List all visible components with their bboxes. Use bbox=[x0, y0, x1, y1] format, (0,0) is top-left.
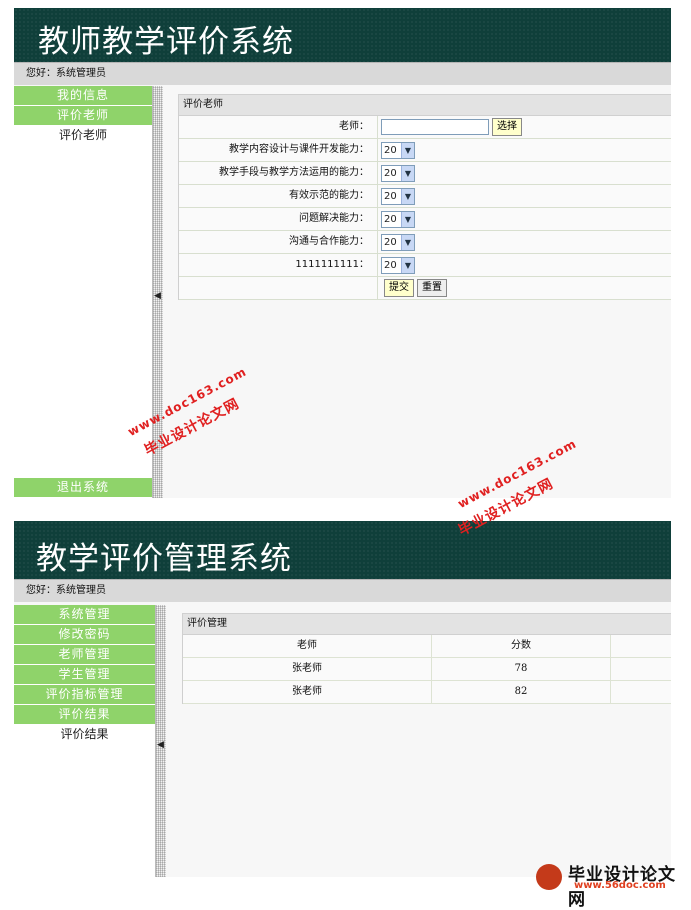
collapse-arrow-icon[interactable]: ◀ bbox=[154, 292, 161, 301]
logo-badge-icon bbox=[536, 864, 562, 890]
table-row: 张老师 78 bbox=[183, 658, 671, 681]
column-header-teacher: 老师 bbox=[183, 635, 432, 657]
score-select[interactable]: 20 ▼ bbox=[381, 187, 415, 205]
logout-button[interactable]: 退出系统 bbox=[14, 478, 152, 497]
sidebar-item-student-management[interactable]: 学生管理 bbox=[14, 665, 155, 684]
sidebar-item-system-management[interactable]: 系统管理 bbox=[14, 605, 155, 624]
submit-button[interactable]: 提交 bbox=[384, 279, 414, 297]
criterion-label: 教学手段与教学方法运用的能力： bbox=[179, 162, 378, 184]
score-select[interactable]: 20 ▼ bbox=[381, 256, 415, 274]
form-row-actions: 提交 重置 bbox=[179, 277, 671, 300]
main-content: 评价管理 老师 分数 张老师 78 张老师 82 bbox=[182, 613, 671, 704]
score-cell: 78 bbox=[432, 658, 611, 680]
score-value: 20 bbox=[384, 190, 397, 202]
submenu-item-evaluate-teacher[interactable]: 评价老师 bbox=[14, 126, 152, 144]
score-select[interactable]: 20 ▼ bbox=[381, 141, 415, 159]
logo-url: www.56doc.com bbox=[574, 880, 666, 891]
chevron-down-icon[interactable]: ▼ bbox=[401, 142, 414, 158]
actions-spacer bbox=[179, 277, 378, 299]
greeting-bar: 您好：系统管理员 bbox=[14, 62, 671, 85]
teacher-cell: 张老师 bbox=[183, 658, 432, 680]
score-select[interactable]: 20 ▼ bbox=[381, 164, 415, 182]
score-value: 20 bbox=[384, 167, 397, 179]
column-header-empty bbox=[611, 635, 671, 657]
chevron-down-icon[interactable]: ▼ bbox=[401, 257, 414, 273]
chevron-down-icon[interactable]: ▼ bbox=[401, 188, 414, 204]
sidebar-item-evaluate-teacher[interactable]: 评价老师 bbox=[14, 106, 152, 125]
form-row-criterion: 1111111111： 20 ▼ bbox=[179, 254, 671, 277]
evaluation-form: 老师： 选择 教学内容设计与课件开发能力： 20 ▼ 教学手段与教学方法运用的能力… bbox=[178, 116, 671, 300]
table-row: 张老师 82 bbox=[183, 681, 671, 704]
sidebar-splitter[interactable]: ◀ bbox=[155, 605, 166, 877]
score-select[interactable]: 20 ▼ bbox=[381, 210, 415, 228]
reset-button[interactable]: 重置 bbox=[417, 279, 447, 297]
form-row-criterion: 教学手段与教学方法运用的能力： 20 ▼ bbox=[179, 162, 671, 185]
score-value: 20 bbox=[384, 259, 397, 271]
screen-evaluation-results: 教学评价管理系统 您好：系统管理员 系统管理 修改密码 老师管理 学生管理 评价… bbox=[14, 521, 671, 877]
section-title: 评价老师 bbox=[178, 94, 671, 116]
sidebar-item-criteria-management[interactable]: 评价指标管理 bbox=[14, 685, 155, 704]
column-header-score: 分数 bbox=[432, 635, 611, 657]
app-title: 教师教学评价系统 bbox=[38, 24, 294, 60]
form-row-criterion: 教学内容设计与课件开发能力： 20 ▼ bbox=[179, 139, 671, 162]
section-title: 评价管理 bbox=[182, 613, 671, 635]
criterion-label: 问题解决能力： bbox=[179, 208, 378, 230]
score-value: 20 bbox=[384, 213, 397, 225]
empty-cell bbox=[611, 658, 671, 680]
form-row-criterion: 有效示范的能力： 20 ▼ bbox=[179, 185, 671, 208]
chevron-down-icon[interactable]: ▼ bbox=[401, 234, 414, 250]
sidebar: 系统管理 修改密码 老师管理 学生管理 评价指标管理 评价结果 评价结果 bbox=[14, 605, 155, 877]
app-title: 教学评价管理系统 bbox=[36, 541, 292, 577]
score-cell: 82 bbox=[432, 681, 611, 703]
criterion-label: 有效示范的能力： bbox=[179, 185, 378, 207]
sidebar-item-my-info[interactable]: 我的信息 bbox=[14, 86, 152, 105]
app-header: 教学评价管理系统 bbox=[14, 521, 671, 579]
teacher-input[interactable] bbox=[381, 119, 489, 135]
greeting-bar: 您好：系统管理员 bbox=[14, 579, 671, 602]
site-logo: 毕业设计论文网 www.56doc.com bbox=[530, 860, 680, 910]
empty-cell bbox=[611, 681, 671, 703]
submenu-item-evaluation-results[interactable]: 评价结果 bbox=[14, 725, 155, 743]
collapse-arrow-icon[interactable]: ◀ bbox=[157, 741, 164, 750]
teacher-cell: 张老师 bbox=[183, 681, 432, 703]
score-select[interactable]: 20 ▼ bbox=[381, 233, 415, 251]
sidebar-item-evaluation-results[interactable]: 评价结果 bbox=[14, 705, 155, 724]
table-header: 老师 分数 bbox=[183, 635, 671, 658]
sidebar-item-change-password[interactable]: 修改密码 bbox=[14, 625, 155, 644]
form-row-criterion: 沟通与合作能力： 20 ▼ bbox=[179, 231, 671, 254]
chevron-down-icon[interactable]: ▼ bbox=[401, 165, 414, 181]
select-teacher-button[interactable]: 选择 bbox=[492, 118, 522, 136]
criterion-label: 1111111111： bbox=[179, 254, 378, 276]
teacher-label: 老师： bbox=[179, 116, 378, 138]
criterion-label: 教学内容设计与课件开发能力： bbox=[179, 139, 378, 161]
form-row-criterion: 问题解决能力： 20 ▼ bbox=[179, 208, 671, 231]
screen-evaluate-teacher: 教师教学评价系统 您好：系统管理员 我的信息 评价老师 评价老师 退出系统 ◀ … bbox=[14, 8, 671, 498]
results-table: 老师 分数 张老师 78 张老师 82 bbox=[182, 635, 671, 704]
score-value: 20 bbox=[384, 236, 397, 248]
app-header: 教师教学评价系统 bbox=[14, 8, 671, 62]
main-content: 评价老师 老师： 选择 教学内容设计与课件开发能力： 20 ▼ 教学手段与教学方法… bbox=[178, 94, 671, 300]
criterion-label: 沟通与合作能力： bbox=[179, 231, 378, 253]
chevron-down-icon[interactable]: ▼ bbox=[401, 211, 414, 227]
form-row-teacher: 老师： 选择 bbox=[179, 116, 671, 139]
sidebar-item-teacher-management[interactable]: 老师管理 bbox=[14, 645, 155, 664]
score-value: 20 bbox=[384, 144, 397, 156]
